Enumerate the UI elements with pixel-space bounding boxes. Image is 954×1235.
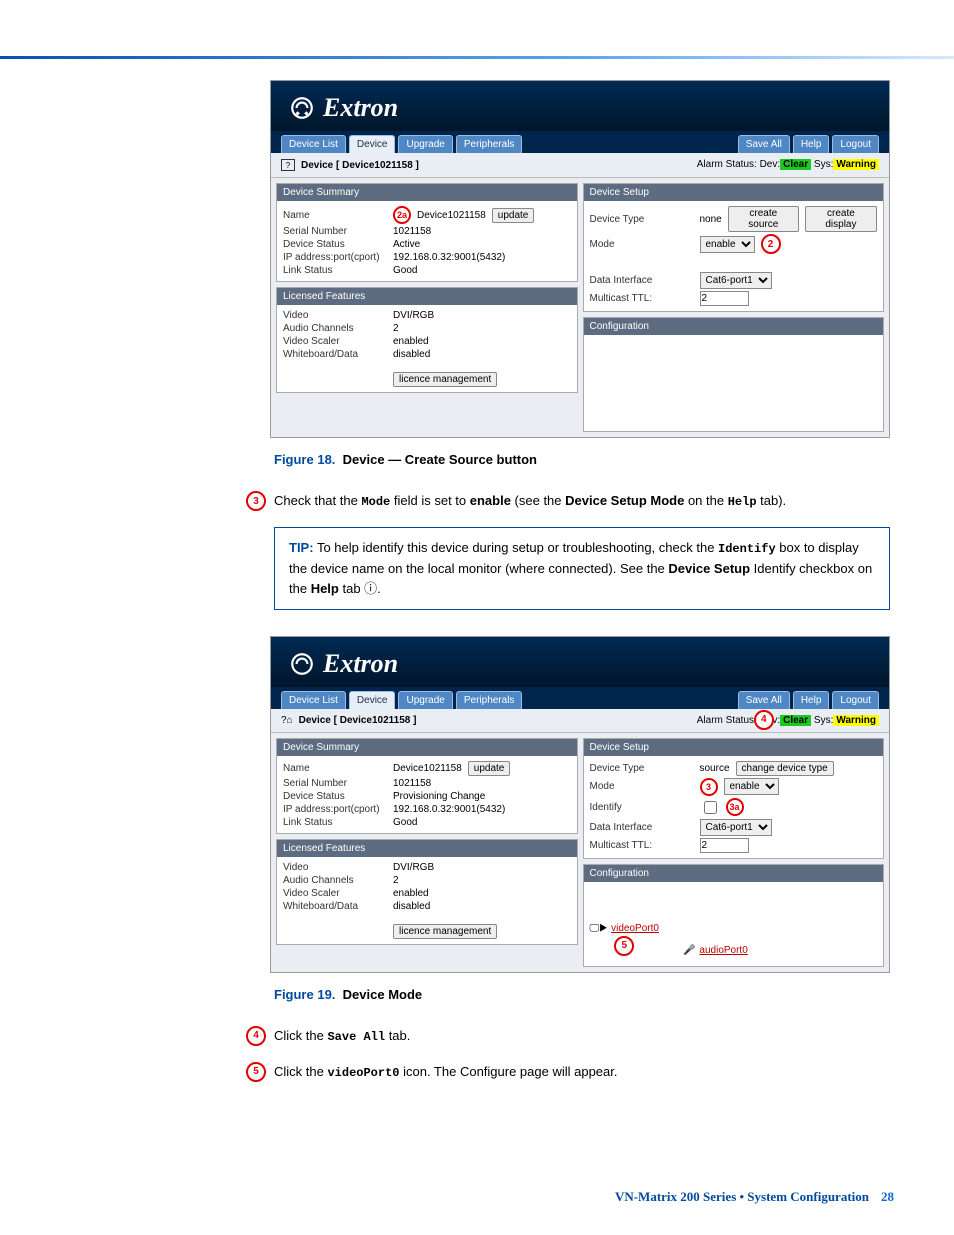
- tab-device-list[interactable]: Device List: [281, 135, 346, 153]
- step-4: 4 Click the Save All tab.: [246, 1026, 890, 1046]
- callout-3: 3: [700, 778, 718, 796]
- ttl-input[interactable]: [700, 838, 749, 853]
- callout-3a: 3a: [726, 798, 744, 816]
- ip-value: 192.168.0.32:9001(5432): [393, 252, 571, 263]
- data-interface-select[interactable]: Cat6-port1: [700, 272, 772, 289]
- fig19-caption: Figure 19. Device Mode: [274, 987, 890, 1002]
- serial-value: 1021158: [393, 226, 571, 237]
- mode-select[interactable]: enable: [724, 778, 779, 795]
- tab-save-all[interactable]: Save All 4: [738, 691, 790, 709]
- tab-logout[interactable]: Logout: [832, 691, 879, 709]
- step-3: 3 Check that the Mode field is set to en…: [246, 491, 890, 511]
- data-interface-select[interactable]: Cat6-port1: [700, 819, 772, 836]
- breadcrumb-icon: ?: [281, 159, 295, 171]
- help-icon-ref: ⓘ: [364, 581, 377, 596]
- change-device-type-button[interactable]: change device type: [736, 761, 834, 776]
- tab-help[interactable]: Help: [793, 135, 830, 153]
- panel-header: Licensed Features: [277, 288, 577, 305]
- status-value: Active: [393, 239, 571, 250]
- breadcrumb: Device [ Device1021158 ]: [301, 160, 419, 171]
- page-footer: VN-Matrix 200 Series • System Configurat…: [615, 1189, 894, 1205]
- step-number-4: 4: [246, 1026, 266, 1046]
- name-value: Device1021158: [417, 210, 486, 221]
- tab-bar: Device List Device Upgrade Peripherals S…: [271, 131, 889, 153]
- ttl-input[interactable]: [700, 291, 749, 306]
- page-accent-stripe: [0, 56, 954, 59]
- tab-peripherals[interactable]: Peripherals: [456, 135, 523, 153]
- panel-header: Configuration: [584, 318, 884, 335]
- audioport0-link[interactable]: audioPort0: [699, 945, 747, 956]
- tab-upgrade[interactable]: Upgrade: [398, 691, 452, 709]
- update-button[interactable]: update: [492, 208, 535, 223]
- tab-logout[interactable]: Logout: [832, 135, 879, 153]
- panel-header: Device Setup: [584, 184, 884, 201]
- app-header: Extron: [271, 81, 889, 131]
- extron-logo-icon: [289, 95, 315, 121]
- create-display-button[interactable]: create display: [805, 206, 877, 232]
- mode-select[interactable]: enable: [700, 236, 755, 253]
- fig19-screenshot: Extron Device List Device Upgrade Periph…: [270, 636, 890, 973]
- step-5: 5 Click the videoPort0 icon. The Configu…: [246, 1062, 890, 1082]
- breadcrumb-icon: ?⌂: [281, 715, 293, 726]
- callout-5: 5: [614, 936, 634, 956]
- device-summary-panel: Device Summary Name 2a Device1021158 upd…: [276, 183, 578, 282]
- fig18-caption: Figure 18. Device — Create Source button: [274, 452, 890, 467]
- create-source-button[interactable]: create source: [728, 206, 799, 232]
- tab-device-list[interactable]: Device List: [281, 691, 346, 709]
- fig18-screenshot: Extron Device List Device Upgrade Periph…: [270, 80, 890, 438]
- panel-header: Device Summary: [277, 184, 577, 201]
- link-value: Good: [393, 265, 571, 276]
- callout-2: 2: [761, 234, 781, 254]
- microphone-icon: 🎤: [683, 945, 695, 956]
- tab-peripherals[interactable]: Peripherals: [456, 691, 523, 709]
- step-number-3: 3: [246, 491, 266, 511]
- step-number-5: 5: [246, 1062, 266, 1082]
- tip-box: TIP: To help identify this device during…: [274, 527, 890, 610]
- identify-checkbox[interactable]: [704, 801, 717, 814]
- tab-device[interactable]: Device: [349, 691, 396, 709]
- breadcrumb: Device [ Device1021158 ]: [299, 715, 417, 726]
- licence-management-button[interactable]: licence management: [393, 924, 497, 939]
- alarm-status: Alarm Status: Dev:Clear Sys:Warning: [697, 715, 879, 726]
- tab-save-all[interactable]: Save All: [738, 135, 790, 153]
- licensed-features-panel: Licensed Features VideoDVI/RGB Audio Cha…: [276, 287, 578, 393]
- callout-2a: 2a: [393, 206, 411, 224]
- videoport0-link[interactable]: videoPort0: [611, 923, 659, 934]
- brand-text: Extron: [323, 93, 398, 123]
- update-button[interactable]: update: [468, 761, 511, 776]
- monitor-icon: 🖵▶: [590, 923, 608, 934]
- callout-4: 4: [754, 710, 774, 730]
- tab-upgrade[interactable]: Upgrade: [398, 135, 452, 153]
- alarm-status: Alarm Status: Dev:Clear Sys:Warning: [697, 159, 879, 171]
- device-type-value: none: [700, 214, 722, 225]
- device-setup-panel: Device Setup Device Type none create sou…: [583, 183, 885, 312]
- licence-management-button[interactable]: licence management: [393, 372, 497, 387]
- tab-help[interactable]: Help: [793, 691, 830, 709]
- configuration-panel: Configuration: [583, 317, 885, 432]
- tab-device[interactable]: Device: [349, 135, 396, 153]
- extron-logo-icon: [289, 651, 315, 677]
